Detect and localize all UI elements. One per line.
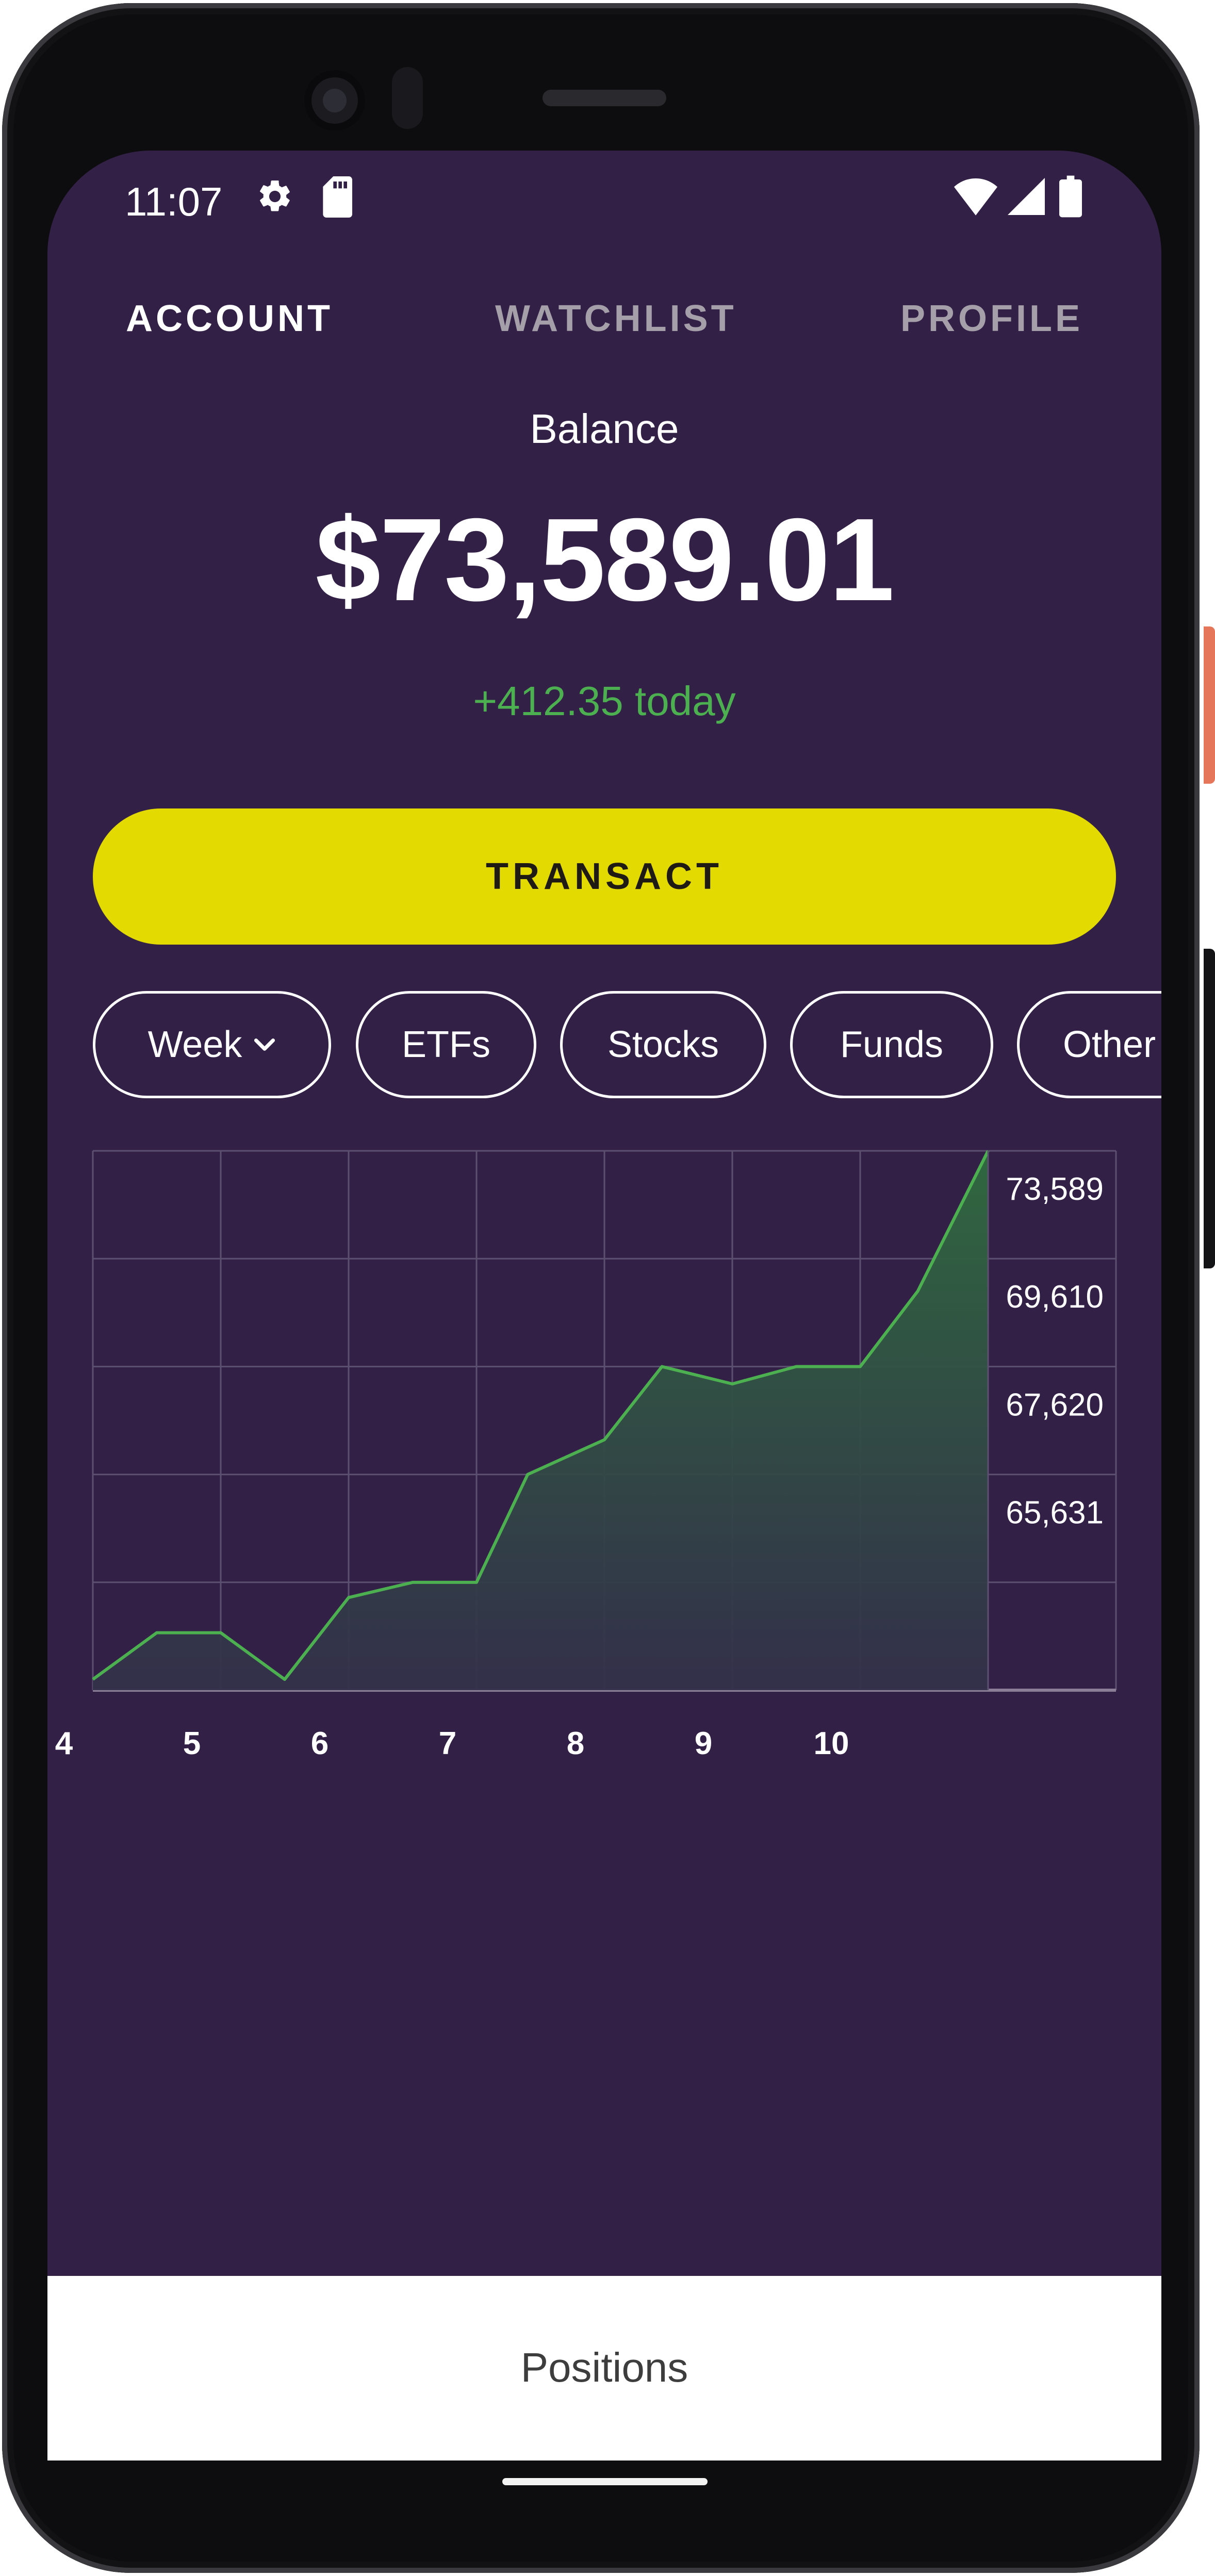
proximity-sensor (392, 67, 423, 129)
chart-x-tick-label: 8 (567, 1726, 584, 1761)
chart-x-tick-label: 6 (311, 1726, 329, 1761)
volume-button (1204, 949, 1215, 1268)
gear-icon (260, 180, 290, 211)
filter-chip-other[interactable]: Other (1017, 991, 1161, 1098)
tab-account[interactable]: ACCOUNT (126, 300, 333, 337)
balance-change-today: +412.35 today (473, 678, 736, 724)
chart-y-tick-label: 65,631 (1006, 1495, 1104, 1531)
chart-x-tick-label: 7 (439, 1726, 456, 1761)
period-dropdown-label: Week (147, 1024, 242, 1065)
chart-balance-line (92, 1150, 990, 1681)
battery-icon (1059, 175, 1082, 218)
chart-x-tick-label: 5 (183, 1726, 201, 1761)
earpiece-speaker (543, 90, 666, 106)
period-dropdown[interactable]: Week (93, 991, 331, 1098)
filter-chip-etfs[interactable]: ETFs (356, 991, 536, 1098)
chart-y-tick-label: 69,610 (1006, 1279, 1104, 1315)
status-time: 11:07 (125, 179, 223, 224)
chart-x-tick-label: 9 (695, 1726, 712, 1761)
front-camera (304, 70, 365, 131)
wifi-icon (954, 178, 997, 216)
balance-amount: $73,589.01 (315, 494, 894, 625)
home-indicator[interactable] (502, 2478, 708, 2485)
chart-y-tick-label: 73,589 (1006, 1171, 1104, 1207)
positions-label: Positions (520, 2344, 688, 2390)
filter-chip-funds[interactable]: Funds (790, 991, 993, 1098)
transact-button-label: TRANSACT (486, 856, 723, 897)
power-button (1204, 626, 1215, 784)
chart-x-tick-label: 4 (55, 1726, 73, 1761)
chart-x-tick-label: 10 (814, 1726, 849, 1761)
tab-profile[interactable]: PROFILE (900, 300, 1083, 337)
filter-chip-stocks[interactable]: Stocks (560, 991, 766, 1098)
app-screen: 11:07 ACCOUNT WATCHLIST PROFILE Balance … (47, 151, 1161, 2461)
chart-area-fill (93, 1151, 988, 1690)
positions-bottom-sheet[interactable]: Positions (47, 2276, 1161, 2461)
signal-icon (1008, 178, 1045, 215)
transact-button[interactable]: TRANSACT (93, 808, 1116, 945)
chart-y-tick-label: 67,620 (1006, 1387, 1104, 1423)
balance-label: Balance (530, 406, 679, 452)
tab-watchlist[interactable]: WATCHLIST (495, 300, 737, 337)
chevron-down-icon (254, 1038, 275, 1051)
sdcard-icon (323, 176, 352, 218)
